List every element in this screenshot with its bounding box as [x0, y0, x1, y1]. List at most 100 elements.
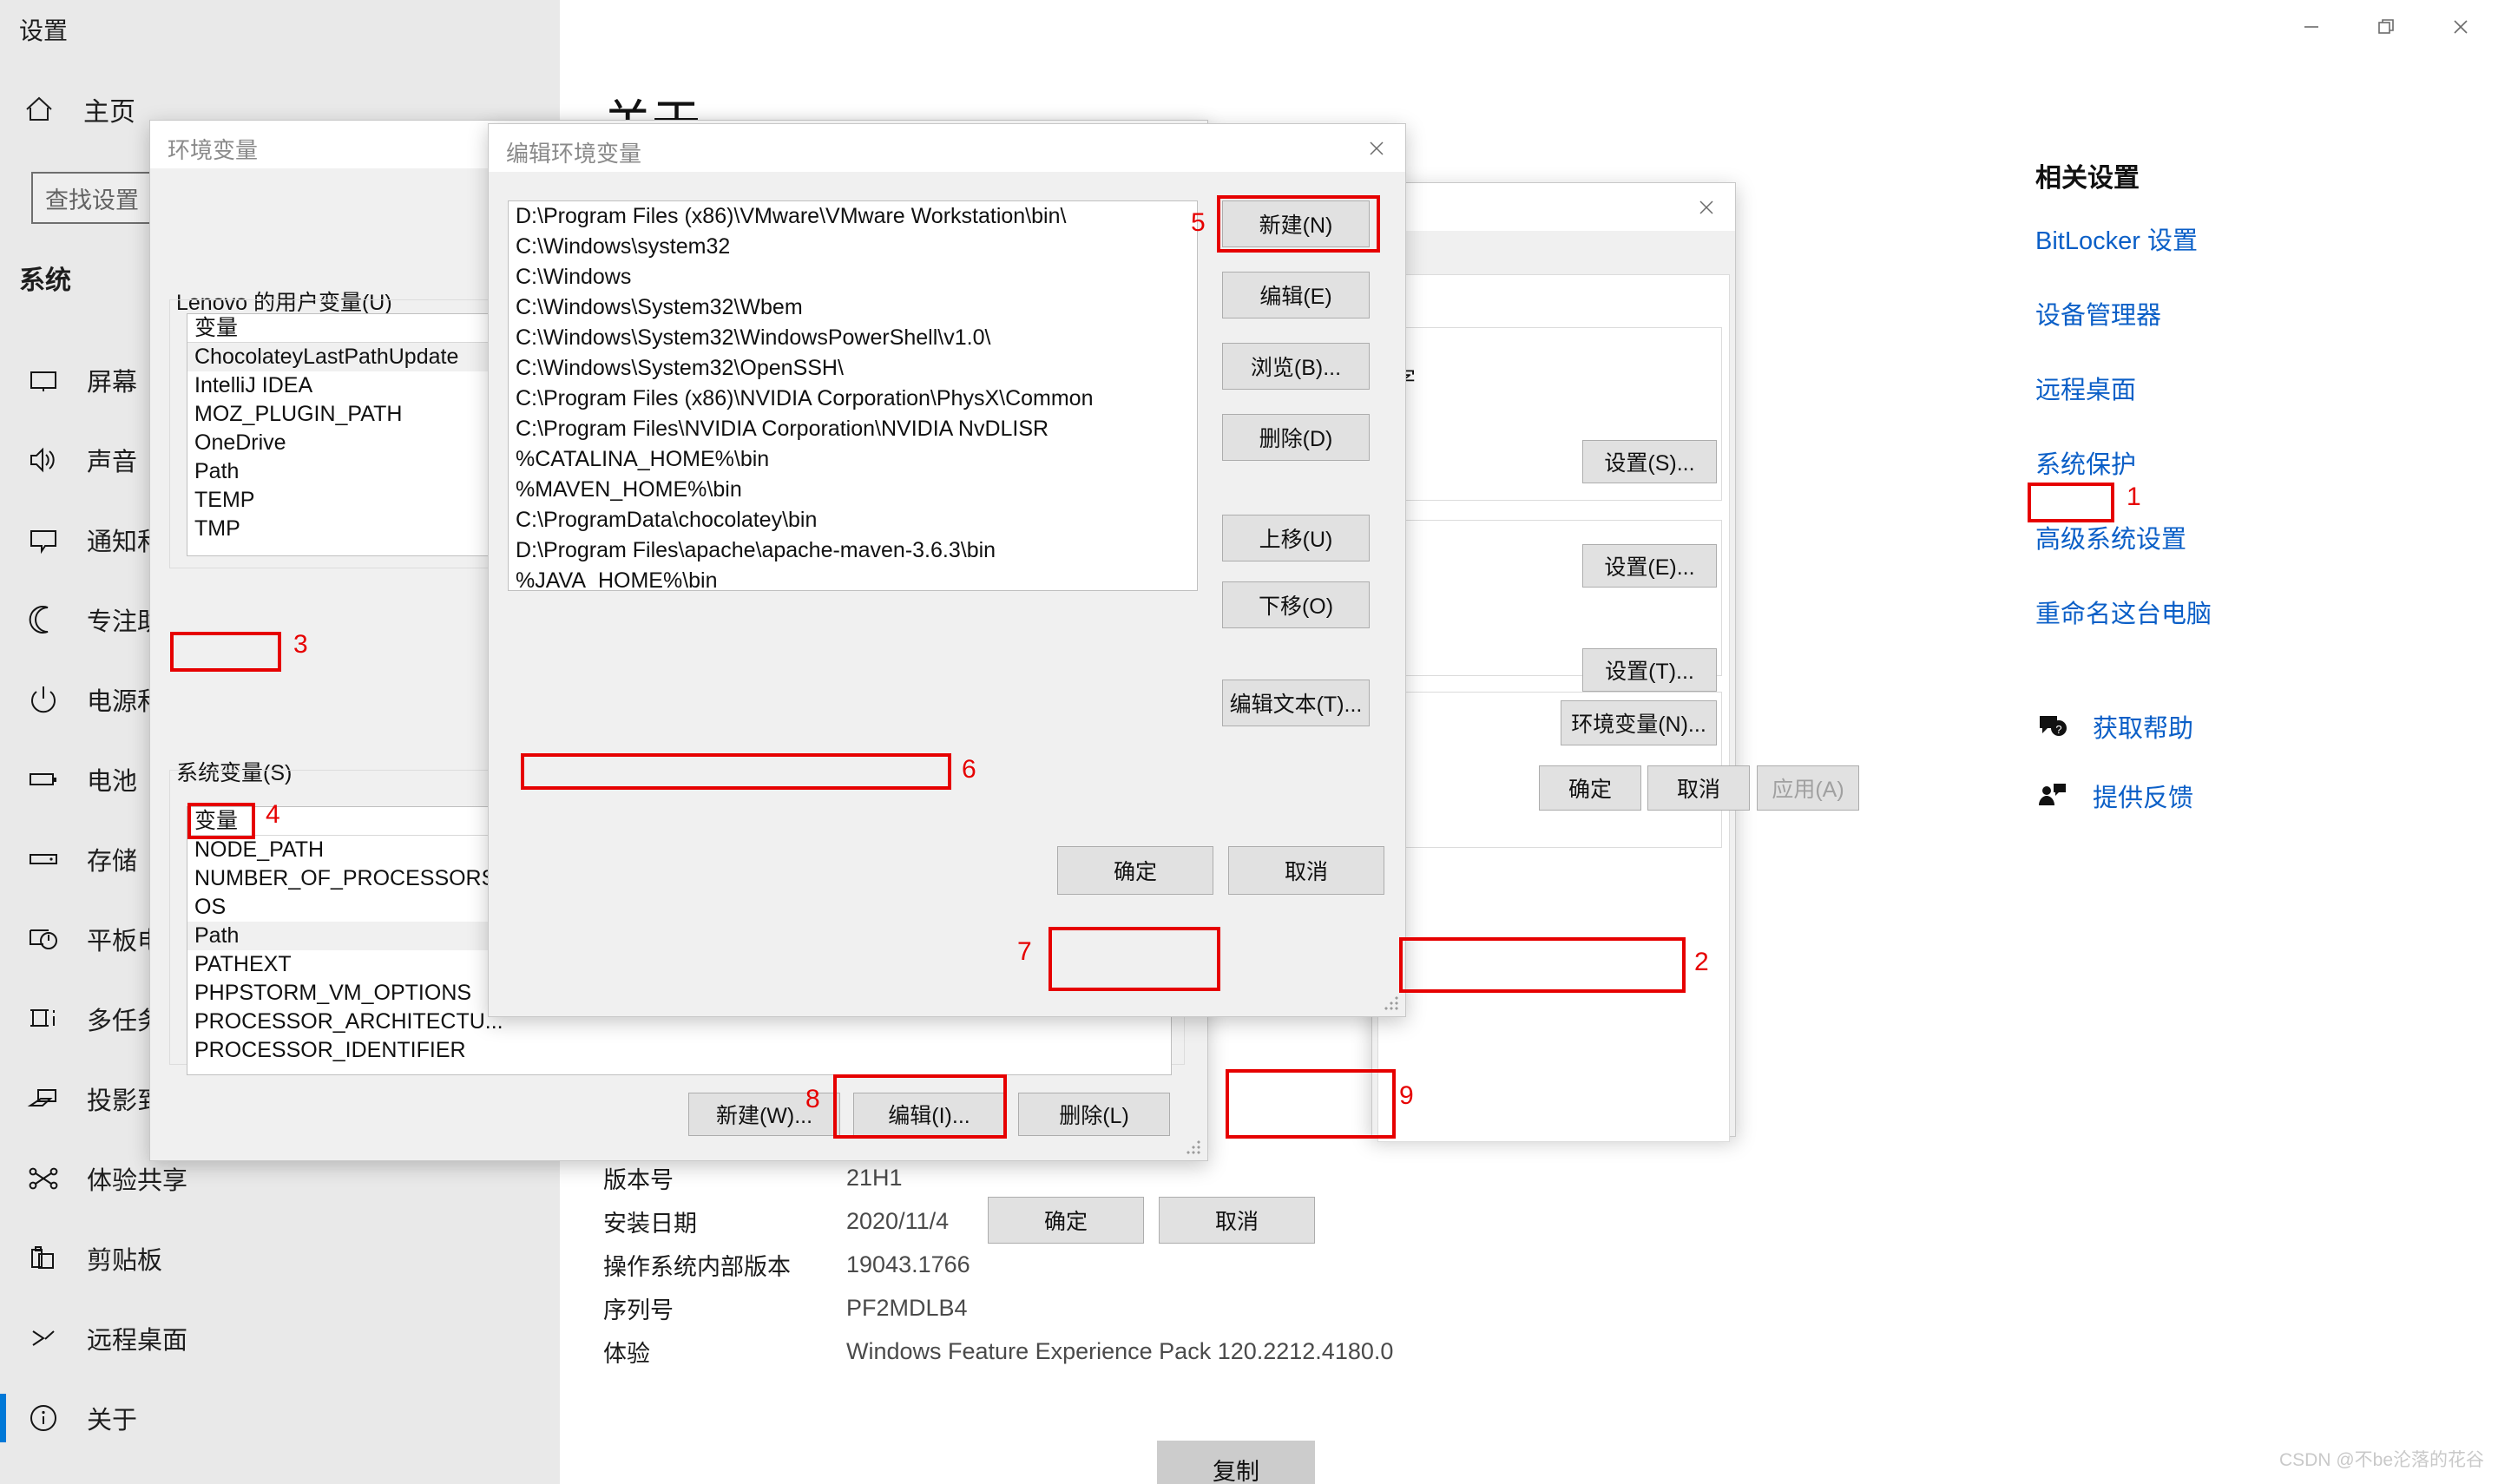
system-delete-button[interactable]: 删除(L) [1018, 1093, 1170, 1136]
list-item[interactable]: C:\Windows\system32 [509, 232, 1197, 262]
device-specs-table: 版本号 21H1 安装日期 2020/11/4 操作系统内部版本 19043.1… [603, 1156, 1645, 1373]
app-title: 设置 [19, 17, 69, 44]
spec-value: 19043.1766 [846, 1251, 970, 1277]
sidebar-item-label: 声音 [87, 449, 138, 476]
close-icon[interactable] [1678, 183, 1735, 232]
list-item[interactable]: C:\Windows\System32\OpenSSH\ [509, 353, 1197, 384]
spec-row: 序列号 PF2MDLB4 [603, 1286, 1645, 1330]
feedback-icon [2035, 781, 2070, 811]
sidebar-item-label: 屏幕 [87, 369, 138, 397]
performance-settings-button[interactable]: 设置(S)... [1582, 440, 1717, 483]
spec-key: 安装日期 [603, 1210, 697, 1237]
svg-text:?: ? [2055, 723, 2061, 736]
sidebar-item-label: 存储 [87, 848, 138, 876]
spec-value: 21H1 [846, 1164, 903, 1191]
path-edit-text-button[interactable]: 编辑文本(T)... [1222, 680, 1370, 726]
path-delete-button[interactable]: 删除(D) [1222, 414, 1370, 461]
related-link-advanced-system-settings[interactable]: 高级系统设置 [2035, 519, 2186, 555]
related-link-remote-desktop[interactable]: 远程桌面 [2035, 370, 2136, 406]
path-move-up-button[interactable]: 上移(U) [1222, 515, 1370, 561]
system-properties-ok-button[interactable]: 确定 [1539, 765, 1641, 811]
env-dialog-ok-button[interactable]: 确定 [988, 1197, 1144, 1244]
list-item[interactable]: C:\Windows [509, 262, 1197, 292]
copy-button[interactable]: 复制 [1157, 1441, 1315, 1484]
related-link-system-protection[interactable]: 系统保护 [2035, 444, 2136, 481]
list-item[interactable]: %CATALINA_HOME%\bin [509, 444, 1197, 475]
system-properties-tabpage: 字 设置(S)... 设置(E)... 设置(T)... 环境变量(N)... … [1377, 274, 1859, 1142]
list-item[interactable]: D:\Program Files (x86)\VMware\VMware Wor… [509, 201, 1197, 232]
window-controls [2274, 0, 2498, 54]
annotation-number-4: 4 [266, 800, 280, 829]
related-link-device-manager[interactable]: 设备管理器 [2035, 295, 2161, 332]
list-item[interactable]: C:\Program Files\NVIDIA Corporation\NVID… [509, 414, 1197, 444]
path-browse-button[interactable]: 浏览(B)... [1222, 343, 1370, 390]
sidebar-home-label: 主页 [83, 98, 135, 127]
list-item[interactable]: D:\Program Files\apache\apache-maven-3.6… [509, 535, 1197, 566]
moon-icon [23, 602, 64, 637]
project-icon [23, 1081, 64, 1116]
annotation-number-2: 2 [1694, 948, 1709, 976]
list-item[interactable]: PROCESSOR_IDENTIFIER [187, 1036, 1171, 1065]
list-item[interactable]: C:\Program Files (x86)\NVIDIA Corporatio… [509, 384, 1197, 414]
path-new-button[interactable]: 新建(N) [1222, 200, 1370, 247]
annotation-number-9: 9 [1399, 1081, 1414, 1110]
list-item[interactable]: %MAVEN_HOME%\bin [509, 475, 1197, 505]
list-item[interactable]: C:\Windows\System32\Wbem [509, 292, 1197, 323]
close-icon[interactable] [1348, 124, 1405, 173]
edit-dialog-ok-button[interactable]: 确定 [1057, 846, 1213, 895]
edit-environment-variable-dialog: 编辑环境变量 D:\Program Files (x86)\VMware\VMw… [488, 123, 1406, 1017]
annotation-number-7: 7 [1017, 937, 1032, 966]
spec-key: 版本号 [603, 1166, 674, 1193]
battery-icon [23, 762, 64, 797]
sidebar-item-label: 关于 [87, 1407, 138, 1435]
related-link-bitlocker[interactable]: BitLocker 设置 [2035, 220, 2198, 257]
path-entries-listbox[interactable]: D:\Program Files (x86)\VMware\VMware Wor… [508, 200, 1198, 591]
spec-key: 体验 [603, 1340, 650, 1367]
env-dialog-cancel-button[interactable]: 取消 [1159, 1197, 1315, 1244]
env-dialog-title: 环境变量 [168, 137, 259, 163]
spec-key: 序列号 [603, 1297, 674, 1323]
sidebar-item-about[interactable]: 关于 [0, 1378, 560, 1458]
user-profiles-settings-button[interactable]: 设置(E)... [1582, 544, 1717, 588]
annotation-number-8: 8 [805, 1085, 820, 1113]
minimize-icon[interactable] [2274, 0, 2349, 54]
share-icon [23, 1161, 64, 1196]
power-icon [23, 682, 64, 717]
edit-dialog-cancel-button[interactable]: 取消 [1228, 846, 1384, 895]
give-feedback-row[interactable]: 提供反馈 [2035, 778, 2452, 814]
list-item[interactable]: C:\ProgramData\chocolatey\bin [509, 505, 1197, 535]
environment-variables-button[interactable]: 环境变量(N)... [1561, 700, 1717, 745]
csdn-watermark: CSDN @不be沦落的花谷 [2278, 1450, 2484, 1470]
search-placeholder: 查找设置 [45, 187, 139, 213]
sidebar-item-label: 体验共享 [87, 1167, 188, 1195]
annotation-number-3: 3 [293, 630, 308, 659]
spec-row: 体验 Windows Feature Experience Pack 120.2… [603, 1330, 1645, 1373]
list-item[interactable]: C:\Windows\System32\WindowsPowerShell\v1… [509, 323, 1197, 353]
close-icon[interactable] [2423, 0, 2498, 54]
sidebar-item-remote-desktop[interactable]: 远程桌面 [0, 1298, 560, 1378]
sidebar-item-label: 电池 [87, 768, 138, 796]
rail-divider [2035, 668, 2452, 708]
help-icon: ? [2035, 712, 2070, 741]
list-item[interactable]: %JAVA_HOME%\bin [509, 566, 1197, 590]
path-move-down-button[interactable]: 下移(O) [1222, 581, 1370, 628]
resize-grip[interactable] [1384, 996, 1400, 1012]
system-properties-titlebar [1372, 183, 1735, 232]
path-edit-button[interactable]: 编辑(E) [1222, 272, 1370, 318]
system-properties-cancel-button[interactable]: 取消 [1647, 765, 1750, 811]
multitask-icon [23, 1001, 64, 1036]
spec-row: 操作系统内部版本 19043.1766 [603, 1243, 1645, 1286]
monitor-icon [23, 363, 64, 397]
sidebar-item-clipboard[interactable]: 剪贴板 [0, 1218, 560, 1298]
related-link-rename-pc[interactable]: 重命名这台电脑 [2035, 594, 2212, 630]
maximize-icon[interactable] [2349, 0, 2423, 54]
sidebar-section-title: 系统 [19, 266, 71, 295]
give-feedback-label: 提供反馈 [2093, 785, 2194, 812]
startup-recovery-settings-button[interactable]: 设置(T)... [1582, 648, 1717, 692]
resize-grip[interactable] [1187, 1140, 1202, 1156]
system-properties-apply-button[interactable]: 应用(A) [1757, 765, 1859, 811]
system-edit-button[interactable]: 编辑(I)... [853, 1093, 1005, 1136]
get-help-row[interactable]: ? 获取帮助 [2035, 708, 2452, 745]
spec-value: PF2MDLB4 [846, 1294, 968, 1321]
remote-desktop-icon [23, 1321, 64, 1356]
